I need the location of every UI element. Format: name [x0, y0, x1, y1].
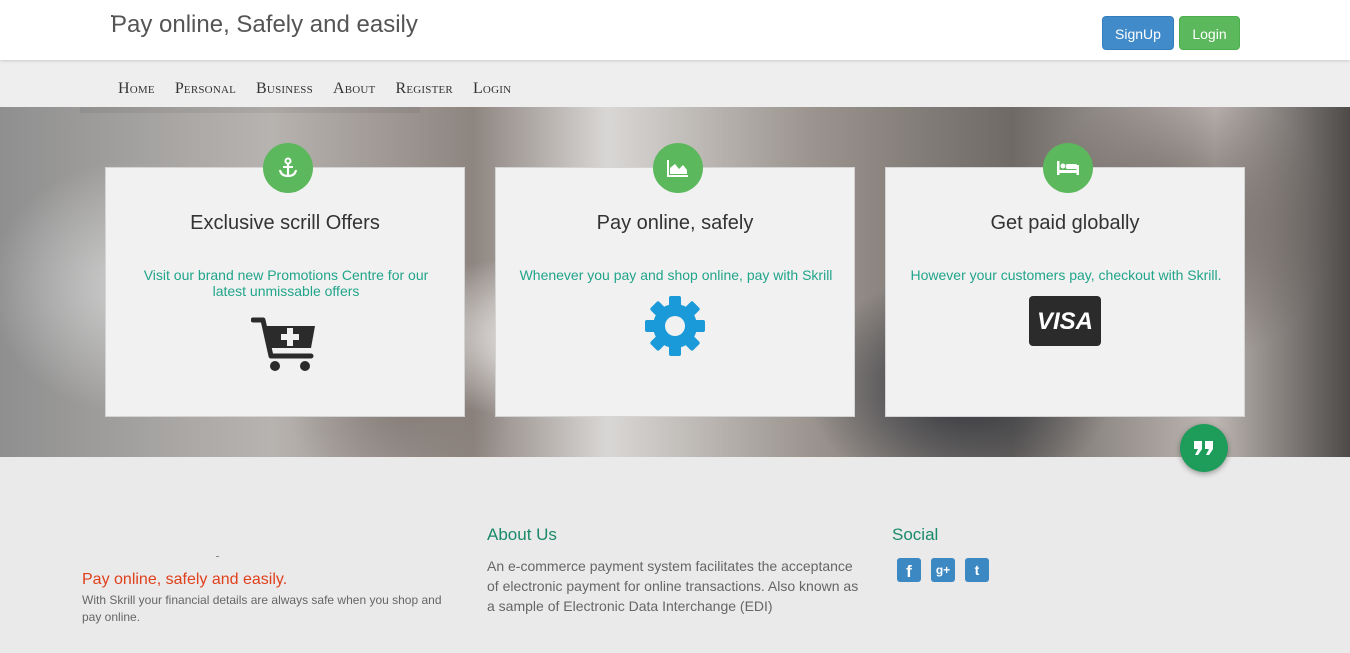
- card-offers: Exclusive scrill Offers Visit our brand …: [105, 167, 465, 417]
- card-get-paid: Get paid globally However your customers…: [885, 167, 1245, 417]
- card-pay-online: Pay online, safely Whenever you pay and …: [495, 167, 855, 417]
- card-text: Whenever you pay and shop online, pay wi…: [519, 267, 833, 283]
- nav-item-personal[interactable]: Personal: [175, 80, 236, 98]
- cart-plus-icon: [250, 316, 319, 379]
- card-title: Get paid globally: [990, 212, 1140, 234]
- card-text: However your customers pay, checkout wit…: [910, 267, 1222, 283]
- social-links: f g+ t: [897, 558, 999, 582]
- about-text: An e-commerce payment system facilitates…: [487, 558, 859, 614]
- twitter-icon[interactable]: t: [965, 558, 989, 582]
- nav-item-business[interactable]: Business: [256, 80, 313, 98]
- quote-button[interactable]: [1180, 424, 1228, 472]
- quote-icon: [1194, 441, 1213, 455]
- social-title: Social: [892, 525, 939, 544]
- card-title: Pay online, safely: [596, 212, 754, 234]
- nav-item-login[interactable]: Login: [473, 80, 511, 98]
- about-title: About Us: [487, 525, 557, 544]
- hero-banner: Exclusive scrill Offers Visit our brand …: [0, 107, 1350, 457]
- gear-icon: [643, 294, 707, 363]
- top-header: Pay online, Safely and easily SignUp Log…: [0, 0, 1350, 60]
- footer-description: With Skrill your financial details are a…: [82, 593, 442, 624]
- visa-icon: VISA: [1029, 296, 1101, 351]
- area-chart-icon: [653, 143, 703, 193]
- nav-item-home[interactable]: Home: [118, 80, 155, 98]
- google-plus-icon[interactable]: g+: [931, 558, 955, 582]
- anchor-icon: [263, 143, 313, 193]
- main-nav: Home Personal Business About Register Lo…: [0, 60, 1350, 107]
- visa-text: VISA: [1037, 308, 1093, 335]
- site-footer: Pay online, safely and easily. With Skri…: [0, 457, 1350, 653]
- card-text: Visit our brand new Promotions Centre fo…: [143, 267, 429, 299]
- login-button[interactable]: Login: [1179, 16, 1240, 50]
- footer-tagline: Pay online, safely and easily.: [82, 571, 288, 588]
- nav-item-about[interactable]: About: [333, 80, 376, 98]
- signup-button[interactable]: SignUp: [1102, 16, 1174, 50]
- nav-item-register[interactable]: Register: [395, 80, 453, 98]
- brand-title[interactable]: Pay online, Safely and easily: [111, 11, 418, 39]
- card-title: Exclusive scrill Offers: [190, 212, 380, 234]
- bed-icon: [1043, 143, 1093, 193]
- facebook-icon[interactable]: f: [897, 558, 921, 582]
